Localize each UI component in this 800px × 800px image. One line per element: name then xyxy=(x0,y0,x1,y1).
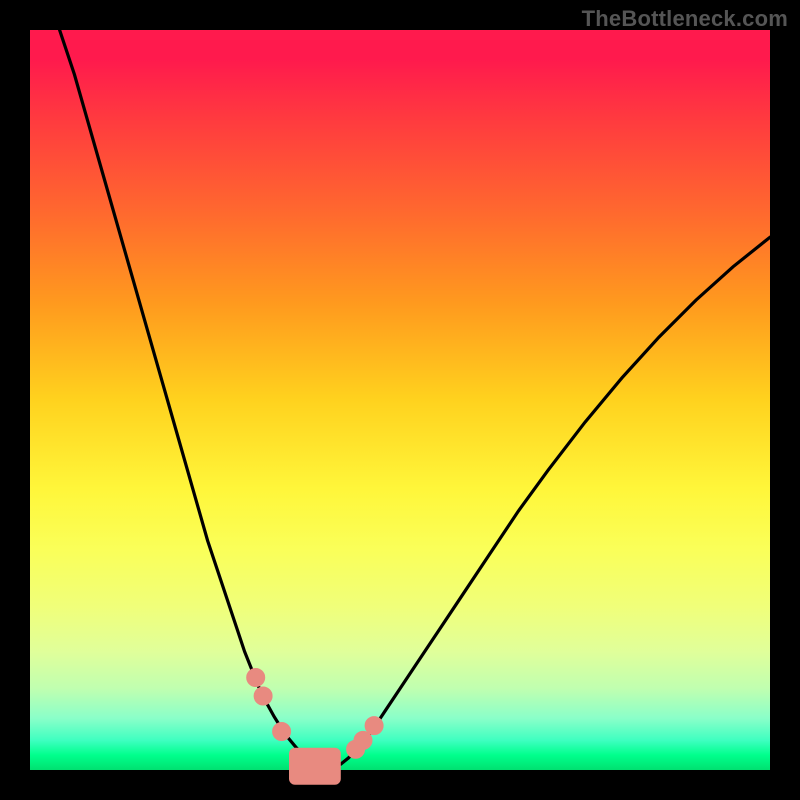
chart-marker-0 xyxy=(247,669,265,687)
chart-marker-2 xyxy=(273,723,291,741)
chart-marker-1 xyxy=(254,687,272,705)
chart-marker-5 xyxy=(365,717,383,735)
curve-left xyxy=(60,30,319,766)
chart-svg-layer xyxy=(30,30,770,770)
chart-marker-4 xyxy=(354,731,372,749)
chart-plot-area xyxy=(30,30,770,770)
chart-frame: TheBottleneck.com xyxy=(0,0,800,800)
curve-right xyxy=(341,237,770,764)
watermark-text: TheBottleneck.com xyxy=(582,6,788,32)
chart-markers xyxy=(247,669,383,759)
bottom-marker-band xyxy=(289,748,341,785)
